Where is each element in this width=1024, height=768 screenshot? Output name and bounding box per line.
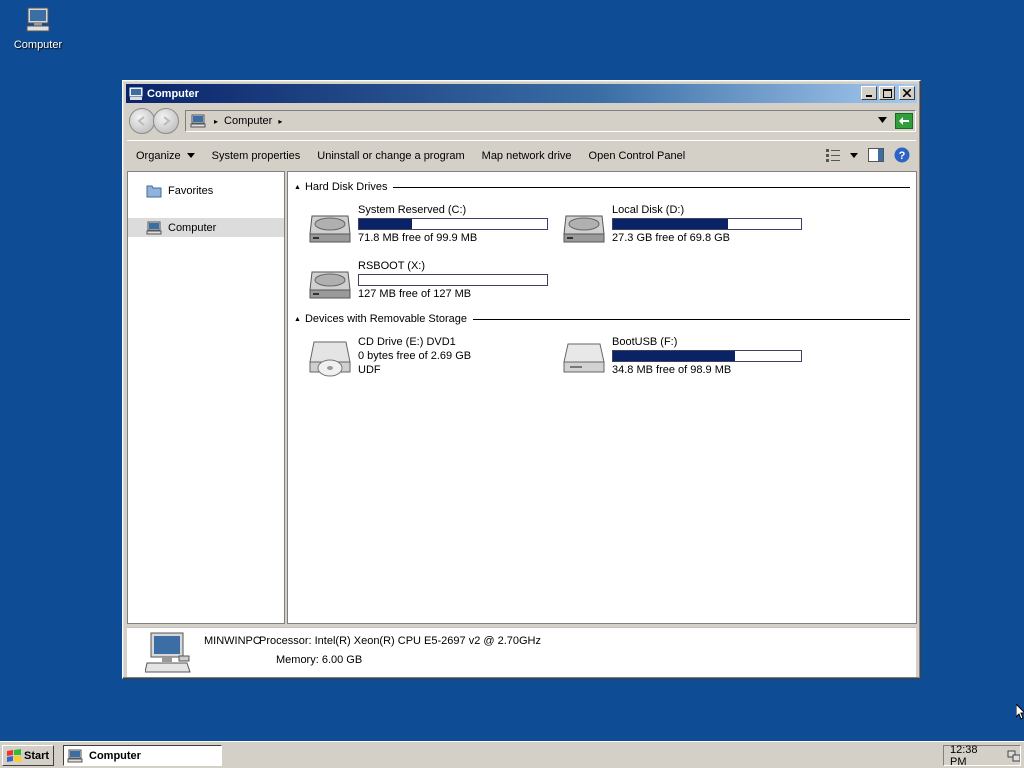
taskbar-item-label: Computer [89, 749, 141, 762]
view-dropdown-icon[interactable] [850, 152, 858, 158]
system-tray: 12:38 PM [943, 744, 1021, 768]
hard-drive-icon [563, 215, 605, 243]
drive-free-space: 127 MB free of 127 MB [358, 288, 472, 300]
group-title: Devices with Removable Storage [304, 313, 467, 325]
drive-usage-bar [612, 350, 802, 362]
organize-button[interactable]: Organize [136, 150, 195, 162]
help-icon[interactable]: ? [894, 147, 910, 163]
chevron-down-icon[interactable]: ▸ [278, 117, 282, 126]
details-pane: MINWINPC Processor: Intel(R) Xeon(R) CPU… [127, 627, 916, 677]
forward-arrow-icon [163, 116, 171, 126]
drive-d[interactable]: Local Disk (D:) 27.3 GB free of 69.8 GB [562, 204, 812, 250]
title-bar[interactable]: Computer [126, 84, 917, 103]
collapse-triangle-icon: ▲ [294, 315, 301, 323]
preview-pane-icon[interactable] [868, 148, 884, 162]
address-dropdown-icon[interactable] [878, 117, 887, 123]
computer-icon [129, 87, 143, 100]
drive-c[interactable]: System Reserved (C:) 71.8 MB free of 99.… [308, 204, 558, 250]
windows-logo-icon [7, 748, 21, 762]
command-bar: Organize System properties Uninstall or … [127, 140, 916, 170]
mouse-cursor-icon [1016, 704, 1024, 720]
navigation-pane: Favorites Computer [127, 171, 285, 624]
drive-f[interactable]: BootUSB (F:) 34.8 MB free of 98.9 MB [562, 336, 812, 382]
memory-info: Memory: 6.00 GB [276, 654, 363, 666]
open-control-panel-button[interactable]: Open Control Panel [589, 150, 686, 162]
chevron-down-icon [186, 153, 195, 158]
address-bar[interactable]: ▸ Computer ▸ [185, 110, 916, 132]
drive-usage-fill [359, 219, 412, 229]
group-title: Hard Disk Drives [304, 181, 388, 193]
group-header-removable[interactable]: ▲ Devices with Removable Storage [294, 312, 910, 326]
desktop-icon-label: Computer [13, 39, 63, 51]
nav-item-label: Favorites [168, 184, 214, 197]
taskbar-item-computer[interactable]: Computer [63, 745, 222, 766]
drive-name: BootUSB (F:) [612, 336, 678, 348]
start-label: Start [24, 749, 50, 762]
folder-icon [146, 185, 162, 197]
removable-drive-icon [563, 343, 605, 373]
drive-name: CD Drive (E:) DVD1 [358, 336, 456, 348]
system-properties-button[interactable]: System properties [212, 150, 301, 162]
map-network-drive-button[interactable]: Map network drive [482, 150, 572, 162]
back-arrow-icon [137, 116, 145, 126]
group-divider [472, 318, 910, 320]
back-button[interactable] [129, 108, 155, 134]
drive-usage-bar [358, 218, 548, 230]
address-row: ▸ Computer ▸ [127, 106, 916, 136]
refresh-button[interactable] [895, 113, 913, 129]
drive-filesystem: UDF [358, 364, 381, 376]
computer-icon [190, 114, 206, 128]
uninstall-program-button[interactable]: Uninstall or change a program [317, 150, 464, 162]
drive-free-space: 34.8 MB free of 98.9 MB [612, 364, 732, 376]
svg-text:?: ? [899, 150, 906, 162]
clock[interactable]: 12:38 PM [950, 744, 995, 768]
drive-name: Local Disk (D:) [612, 204, 685, 216]
breadcrumb-arrow-icon[interactable]: ▸ [214, 117, 218, 126]
collapse-triangle-icon: ▲ [294, 183, 301, 191]
minimize-icon [866, 95, 872, 97]
forward-button[interactable] [153, 108, 179, 134]
explorer-window: Computer ▸ Computer ▸ Organize System pr… [122, 80, 921, 679]
organize-label: Organize [136, 149, 181, 162]
network-icon[interactable] [1007, 749, 1020, 763]
maximize-icon [882, 88, 892, 98]
breadcrumb[interactable]: Computer [224, 115, 272, 127]
hard-drive-icon [309, 271, 351, 299]
maximize-button[interactable] [879, 86, 895, 100]
pc-name: MINWINPC [204, 635, 261, 647]
drive-free-space: 27.3 GB free of 69.8 GB [612, 232, 731, 244]
drive-x[interactable]: RSBOOT (X:) 127 MB free of 127 MB [308, 260, 558, 306]
refresh-icon [899, 117, 909, 125]
start-button[interactable]: Start [2, 745, 54, 766]
drive-usage-bar [612, 218, 802, 230]
drive-usage-fill [613, 351, 736, 361]
drive-name: System Reserved (C:) [358, 204, 467, 216]
drive-free-space: 71.8 MB free of 99.9 MB [358, 232, 478, 244]
window-title: Computer [147, 87, 199, 100]
drive-usage-fill [613, 219, 728, 229]
taskbar: Start Computer 12:38 PM [0, 741, 1024, 768]
cd-drive-icon [309, 341, 351, 377]
nav-item-label: Computer [168, 221, 217, 234]
group-divider [393, 186, 910, 188]
computer-icon [146, 221, 162, 234]
close-icon [903, 89, 911, 97]
minimize-button[interactable] [861, 86, 877, 100]
view-options-icon[interactable] [826, 148, 840, 162]
drive-e[interactable]: CD Drive (E:) DVD1 0 bytes free of 2.69 … [308, 336, 558, 382]
computer-icon [67, 749, 83, 762]
drive-name: RSBOOT (X:) [358, 260, 426, 272]
nav-item-favorites[interactable]: Favorites [128, 181, 284, 200]
group-header-hard-disks[interactable]: ▲ Hard Disk Drives [294, 180, 910, 194]
computer-icon [145, 632, 191, 673]
desktop-computer-icon[interactable]: Computer [8, 6, 68, 51]
hard-drive-icon [309, 215, 351, 243]
processor-info: Processor: Intel(R) Xeon(R) CPU E5-2697 … [259, 635, 541, 647]
drive-usage-bar [358, 274, 548, 286]
content-pane: ▲ Hard Disk Drives System Reserved (C:) … [287, 171, 917, 624]
computer-icon [26, 7, 50, 32]
close-button[interactable] [899, 86, 915, 100]
drive-free-space: 0 bytes free of 2.69 GB [358, 350, 472, 362]
nav-item-computer[interactable]: Computer [128, 218, 284, 237]
